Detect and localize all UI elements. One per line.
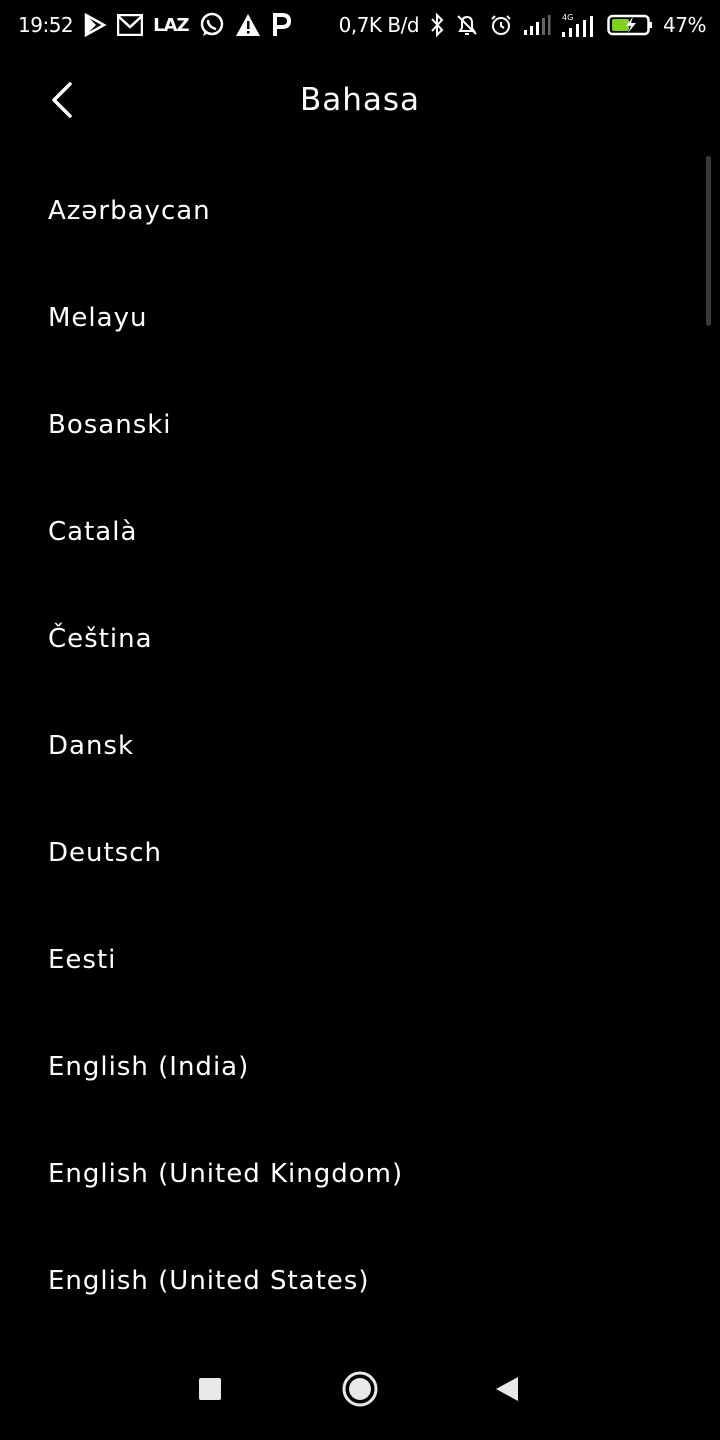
signal-icon: [523, 12, 551, 38]
language-label: English (India): [48, 1051, 250, 1082]
square-icon: [198, 1377, 222, 1405]
list-item[interactable]: Melayu: [0, 264, 720, 371]
triangle-back-icon: [494, 1375, 520, 1407]
lazada-icon: LAZ: [153, 14, 189, 36]
list-item[interactable]: Bosanski: [0, 371, 720, 478]
list-item[interactable]: Deutsch: [0, 799, 720, 906]
notifications-muted-icon: [455, 12, 479, 38]
list-item[interactable]: Čeština: [0, 585, 720, 692]
parking-icon: [271, 12, 291, 38]
network-speed: 0,7K B/d: [338, 13, 420, 37]
language-label: Azərbaycan: [48, 195, 211, 226]
nav-back-button[interactable]: [482, 1366, 532, 1416]
home-button[interactable]: [335, 1366, 385, 1416]
list-item[interactable]: English (United States): [0, 1227, 720, 1334]
language-label: Bosanski: [48, 409, 172, 440]
list-item[interactable]: Eesti: [0, 906, 720, 1013]
signal-4g-icon: 4G: [561, 12, 597, 38]
recents-button[interactable]: [185, 1366, 235, 1416]
whatsapp-icon: [199, 12, 225, 38]
page-title: Bahasa: [299, 82, 421, 118]
language-label: Eesti: [48, 944, 117, 975]
battery-percentage: 47%: [663, 13, 706, 37]
language-label: Català: [48, 516, 138, 547]
list-item[interactable]: Dansk: [0, 692, 720, 799]
status-bar-right: 0,7K B/d 4G 47%: [339, 12, 706, 38]
alarm-icon: [489, 12, 513, 38]
navigation-bar: [0, 1344, 720, 1440]
bluetooth-icon: [429, 12, 445, 38]
circle-icon: [341, 1370, 379, 1412]
status-bar: 19:52 LAZ 0,7K B/d 4G 47%: [0, 0, 720, 50]
gmail-icon: [117, 12, 144, 38]
language-label: Deutsch: [48, 837, 163, 868]
language-label: English (United States): [48, 1265, 370, 1296]
header: Bahasa: [0, 62, 720, 142]
scrollbar[interactable]: [706, 156, 711, 326]
language-label: Čeština: [48, 623, 153, 654]
status-bar-left: 19:52 LAZ: [18, 12, 291, 38]
play-store-icon: [83, 12, 107, 38]
language-label: Dansk: [48, 730, 135, 761]
list-item[interactable]: Azərbaycan: [0, 157, 720, 264]
list-item[interactable]: English (India): [0, 1013, 720, 1120]
battery-charging-icon: [607, 12, 653, 38]
status-time: 19:52: [18, 13, 74, 37]
network-type-label: 4G: [562, 13, 573, 22]
language-label: Melayu: [48, 302, 148, 333]
warning-icon: [235, 12, 261, 38]
language-list: Azərbaycan Melayu Bosanski Català Češtin…: [0, 157, 720, 1334]
list-item[interactable]: English (United Kingdom): [0, 1120, 720, 1227]
list-item[interactable]: Català: [0, 478, 720, 585]
language-label: English (United Kingdom): [48, 1158, 404, 1189]
